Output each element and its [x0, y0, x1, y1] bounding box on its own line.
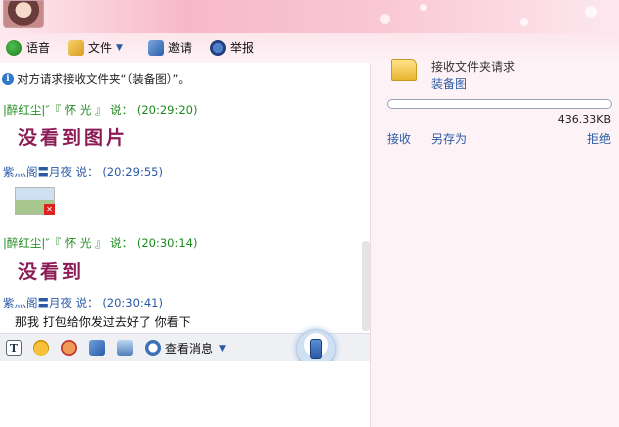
- window-header: [0, 0, 619, 33]
- chat-scrollbar[interactable]: [362, 241, 370, 331]
- screenshot-icon[interactable]: [117, 340, 133, 356]
- message-header: 紫灬阁〓月夜 说： (20:30:41): [3, 295, 163, 311]
- voice-label: 语音: [26, 41, 51, 55]
- file-size: 436.33KB: [557, 113, 611, 126]
- phone-icon: [6, 39, 22, 56]
- message-time: (20:29:20): [136, 103, 198, 117]
- sender-name[interactable]: |醉红尘|″『 怀 光 』 说：: [3, 103, 133, 117]
- send-image-icon[interactable]: [89, 340, 105, 356]
- message-text: 那我 打包给你发过去好了 你看下: [15, 315, 191, 329]
- transfer-progress-bar: [387, 99, 612, 109]
- file-icon: [68, 39, 84, 56]
- report-button[interactable]: 举报: [210, 39, 254, 56]
- report-label: 举报: [230, 41, 255, 55]
- history-icon[interactable]: [145, 340, 161, 356]
- decor-flower: [520, 18, 528, 26]
- message-input[interactable]: [0, 361, 370, 427]
- file-button[interactable]: 文件 ▼: [68, 39, 123, 56]
- view-messages-button[interactable]: 查看消息 ▼: [165, 340, 226, 357]
- system-notice: i 对方请求接收文件夹“（装备图）”。: [2, 71, 190, 87]
- decor-flower: [380, 14, 390, 24]
- chevron-down-icon: ▼: [219, 343, 226, 354]
- invite-label: 邀请: [168, 41, 193, 55]
- mobile-phone-icon: [310, 339, 322, 359]
- magic-face-icon[interactable]: [61, 340, 77, 356]
- info-icon: i: [2, 73, 14, 85]
- invite-icon: [148, 39, 164, 56]
- decor-flower: [420, 4, 427, 11]
- sender-name[interactable]: 紫灬阁〓月夜 说：: [3, 296, 99, 310]
- message-time: (20:29:55): [102, 165, 163, 179]
- save-as-link[interactable]: 另存为: [431, 130, 467, 147]
- image-thumbnail[interactable]: ✕: [15, 187, 55, 215]
- file-label: 文件: [88, 41, 113, 55]
- decor-flower: [585, 6, 597, 18]
- report-icon: [210, 39, 226, 56]
- file-transfer-panel: 接收文件夹请求 装备图 436.33KB 接收 另存为 拒绝: [370, 59, 619, 427]
- invite-button[interactable]: 邀请: [148, 39, 192, 56]
- sender-name[interactable]: 紫灬阁〓月夜 说：: [3, 165, 99, 179]
- reject-link[interactable]: 拒绝: [587, 130, 611, 147]
- voice-button[interactable]: 语音: [6, 39, 50, 56]
- avatar[interactable]: [3, 0, 44, 28]
- broken-image-icon: ✕: [44, 204, 55, 215]
- message-time: (20:30:41): [102, 296, 163, 310]
- message-header: 紫灬阁〓月夜 说： (20:29:55): [3, 164, 163, 180]
- font-icon[interactable]: T: [6, 340, 22, 356]
- message-time: (20:30:14): [136, 236, 198, 250]
- message-text: 没看到图片: [18, 127, 129, 149]
- accept-link[interactable]: 接收: [387, 130, 411, 147]
- view-messages-label: 查看消息: [165, 342, 214, 356]
- chat-history[interactable]: i 对方请求接收文件夹“（装备图）”。 |醉红尘|″『 怀 光 』 说： (20…: [0, 63, 370, 333]
- emoji-icon[interactable]: [33, 340, 49, 356]
- sender-name[interactable]: |醉红尘|″『 怀 光 』 说：: [3, 236, 133, 250]
- message-text: 没看到: [18, 261, 85, 283]
- message-header: |醉红尘|″『 怀 光 』 说： (20:30:14): [3, 235, 197, 251]
- chevron-down-icon: ▼: [116, 42, 123, 53]
- main-toolbar: 语音 文件 ▼ 邀请 举报: [0, 33, 619, 63]
- folder-name[interactable]: 装备图: [431, 75, 467, 92]
- message-header: |醉红尘|″『 怀 光 』 说： (20:29:20): [3, 102, 197, 118]
- folder-icon: [391, 59, 417, 81]
- transfer-title: 接收文件夹请求: [431, 60, 516, 74]
- system-notice-text: 对方请求接收文件夹“（装备图）”。: [17, 72, 190, 86]
